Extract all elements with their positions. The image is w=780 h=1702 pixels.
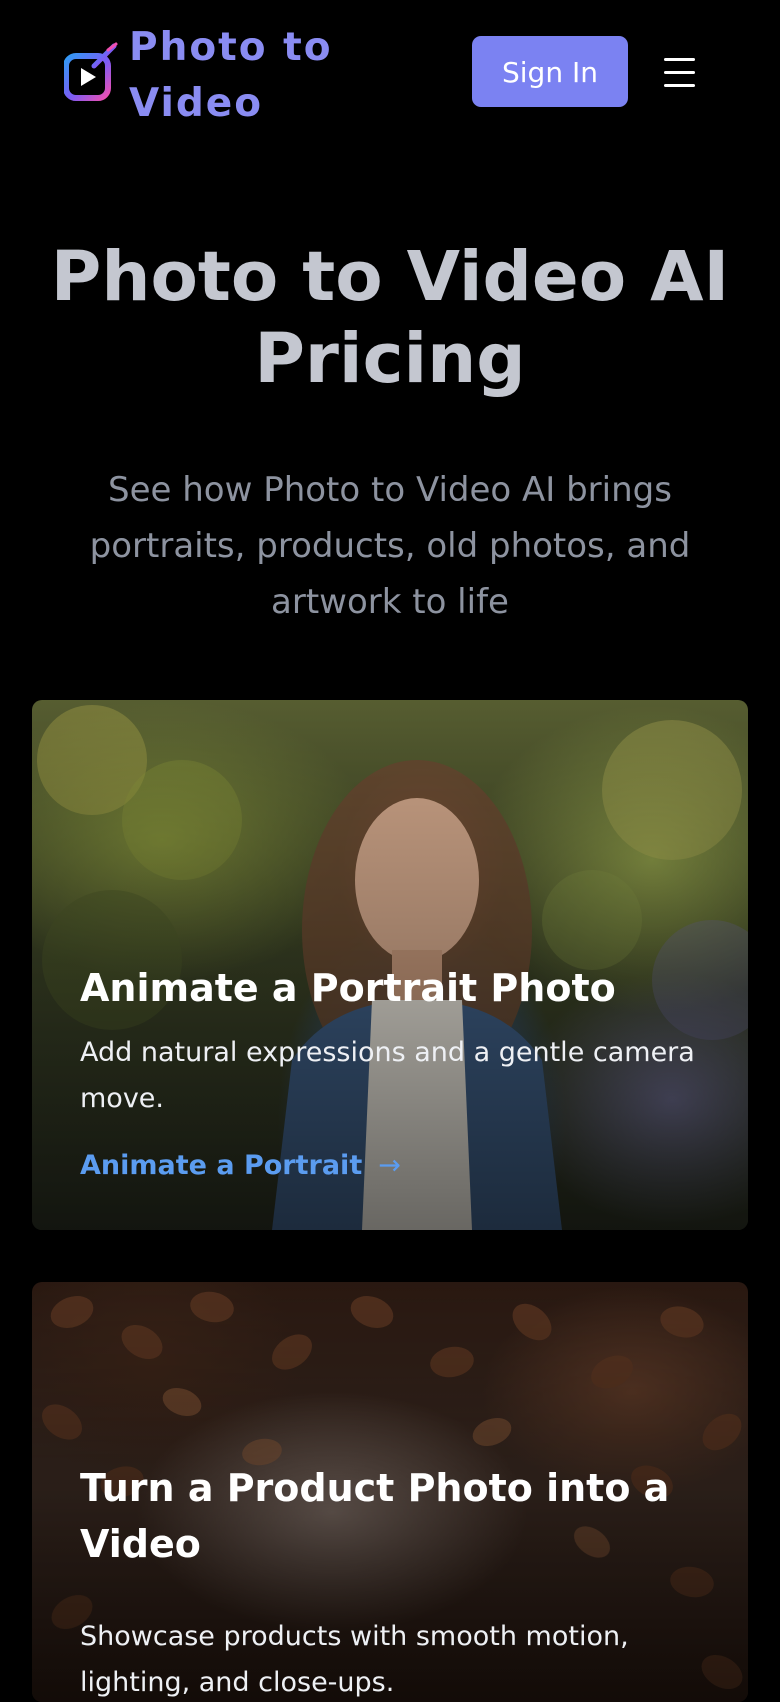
card-title: Animate a Portrait Photo <box>80 966 616 1010</box>
card-description-line1: Add natural expressions and a gentle cam… <box>80 1037 695 1068</box>
logo-text-line1: Photo to <box>129 25 333 70</box>
hamburger-menu-icon[interactable] <box>662 54 698 90</box>
card-description-line2: lighting, and close-ups. <box>80 1667 395 1698</box>
card-title: Turn a Product Photo into a Video <box>80 1460 700 1572</box>
card-description-line2: move. <box>80 1083 164 1114</box>
play-sparkle-icon[interactable] <box>64 42 120 102</box>
subtitle-line1: See how Photo to Video AI brings <box>108 470 672 510</box>
link-label: Animate a Portrait <box>80 1150 363 1181</box>
card-description-line1: Showcase products with smooth motion, <box>80 1621 629 1652</box>
logo-text-line2: Video <box>129 81 264 126</box>
menu-bar <box>664 71 695 74</box>
logo-text[interactable]: Photo to Video <box>129 20 359 132</box>
page-title-line1: Photo to Video AI <box>50 237 730 317</box>
subtitle-line2: portraits, products, old photos, and <box>89 526 691 566</box>
card-description: Showcase products with smooth motion, li… <box>80 1614 710 1702</box>
site-header: Photo to Video Sign In <box>0 0 780 145</box>
card-title-line2: Video <box>80 1522 201 1566</box>
arrow-right-icon: → <box>378 1150 401 1181</box>
portrait-card[interactable]: Animate a Portrait Photo Add natural exp… <box>32 700 748 1230</box>
card-title-line1: Turn a Product Photo into a <box>80 1466 670 1510</box>
subtitle-line3: artwork to life <box>271 582 509 622</box>
animate-portrait-link[interactable]: Animate a Portrait → <box>80 1146 401 1186</box>
page-title: Photo to Video AI Pricing <box>40 236 740 400</box>
menu-bar <box>664 84 695 87</box>
sign-in-button[interactable]: Sign In <box>472 36 628 107</box>
card-description: Add natural expressions and a gentle cam… <box>80 1030 710 1122</box>
page-title-line2: Pricing <box>254 319 526 399</box>
product-card[interactable]: Turn a Product Photo into a Video Showca… <box>32 1282 748 1702</box>
menu-bar <box>664 58 695 61</box>
page-subtitle: See how Photo to Video AI brings portrai… <box>70 462 710 630</box>
